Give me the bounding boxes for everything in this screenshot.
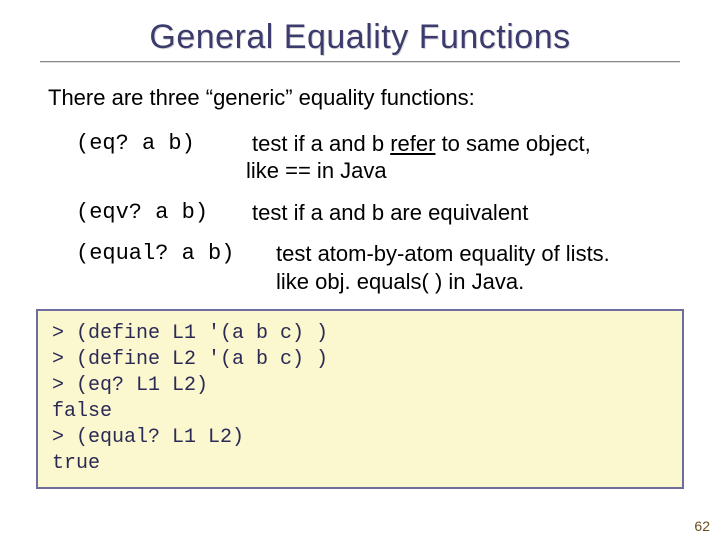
func-eq-code: (eq? a b) <box>76 130 246 158</box>
intro-text: There are three “generic” equality funct… <box>48 84 672 112</box>
func-eq-desc-b: to same object, <box>435 131 590 156</box>
func-equal-desc1: test atom-by-atom equality of lists. <box>276 240 610 268</box>
spacer <box>76 157 246 185</box>
page-number: 62 <box>694 518 710 534</box>
func-equal-code: (equal? a b) <box>76 240 276 268</box>
func-eq-desc: test if a and b refer to same object, <box>246 130 591 158</box>
slide-title: General Equality Functions <box>0 0 720 57</box>
func-eqv: (eqv? a b) test if a and b are equivalen… <box>76 199 672 227</box>
slide-body: There are three “generic” equality funct… <box>0 62 720 295</box>
repl-transcript: > (define L1 '(a b c) ) > (define L2 '(a… <box>36 309 684 489</box>
func-eqv-code: (eqv? a b) <box>76 199 246 227</box>
func-equal: (equal? a b) test atom-by-atom equality … <box>76 240 672 295</box>
func-eq-desc-a: test if a and b <box>252 131 390 156</box>
func-eq-desc-refer: refer <box>390 131 435 156</box>
func-eqv-desc: test if a and b are equivalent <box>246 199 528 227</box>
spacer <box>76 268 276 296</box>
func-eq: (eq? a b) test if a and b refer to same … <box>76 130 672 185</box>
func-eq-desc2: like == in Java <box>246 157 387 185</box>
func-equal-desc2: like obj. equals( ) in Java. <box>276 268 524 296</box>
